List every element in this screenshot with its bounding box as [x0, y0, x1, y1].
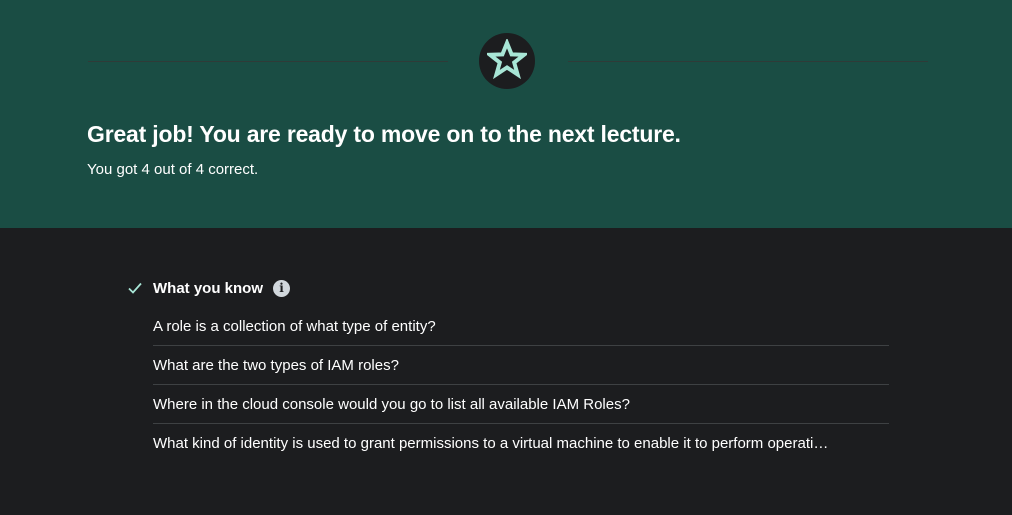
question-list: A role is a collection of what type of e… [153, 307, 889, 462]
star-icon [484, 37, 530, 84]
divider-left [88, 61, 448, 62]
star-badge [479, 33, 535, 89]
quiz-result-banner: Great job! You are ready to move on to t… [0, 0, 1012, 228]
question-item[interactable]: What kind of identity is used to grant p… [153, 424, 889, 462]
check-icon [126, 279, 144, 297]
section-title: What you know [153, 279, 263, 297]
question-item[interactable]: What are the two types of IAM roles? [153, 346, 889, 385]
question-item[interactable]: A role is a collection of what type of e… [153, 307, 889, 346]
what-you-know-header: What you know i [126, 277, 290, 299]
result-headline: Great job! You are ready to move on to t… [87, 121, 681, 147]
question-item[interactable]: Where in the cloud console would you go … [153, 385, 889, 424]
score-summary: You got 4 out of 4 correct. [87, 161, 259, 178]
divider-right [568, 61, 928, 62]
info-icon[interactable]: i [273, 279, 290, 297]
